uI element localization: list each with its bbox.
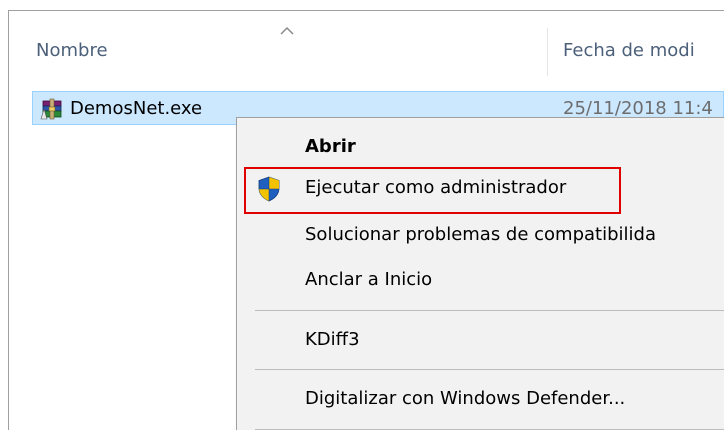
menu-item-kdiff3[interactable]: KDiff3 xyxy=(237,321,724,359)
file-modified-date: 25/11/2018 11:4 xyxy=(563,98,713,119)
menu-item-scan-windows-defender[interactable]: Digitalizar con Windows Defender... xyxy=(237,380,724,418)
menu-separator xyxy=(255,310,724,311)
menu-item-troubleshoot-compatibility[interactable]: Solucionar problemas de compatibilida xyxy=(237,216,724,254)
file-name: DemosNet.exe xyxy=(70,98,203,119)
file-explorer-screenshot: Nombre Fecha de modi DemosNet.exe 25/11/… xyxy=(0,0,724,430)
menu-separator xyxy=(255,369,724,370)
pane-top-border xyxy=(8,10,724,11)
sort-ascending-icon[interactable] xyxy=(280,26,294,36)
pane-left-border xyxy=(8,10,9,430)
column-header-name[interactable]: Nombre xyxy=(36,40,108,61)
column-separator[interactable] xyxy=(547,28,548,76)
context-menu: Abrir Ejecutar como administrador Soluci… xyxy=(236,117,724,430)
menu-item-pin-to-start[interactable]: Anclar a Inicio xyxy=(237,261,724,299)
winrar-archive-icon xyxy=(40,98,62,120)
column-header-date[interactable]: Fecha de modi xyxy=(563,40,695,61)
highlight-outline xyxy=(244,167,621,214)
menu-item-open[interactable]: Abrir xyxy=(237,128,724,166)
